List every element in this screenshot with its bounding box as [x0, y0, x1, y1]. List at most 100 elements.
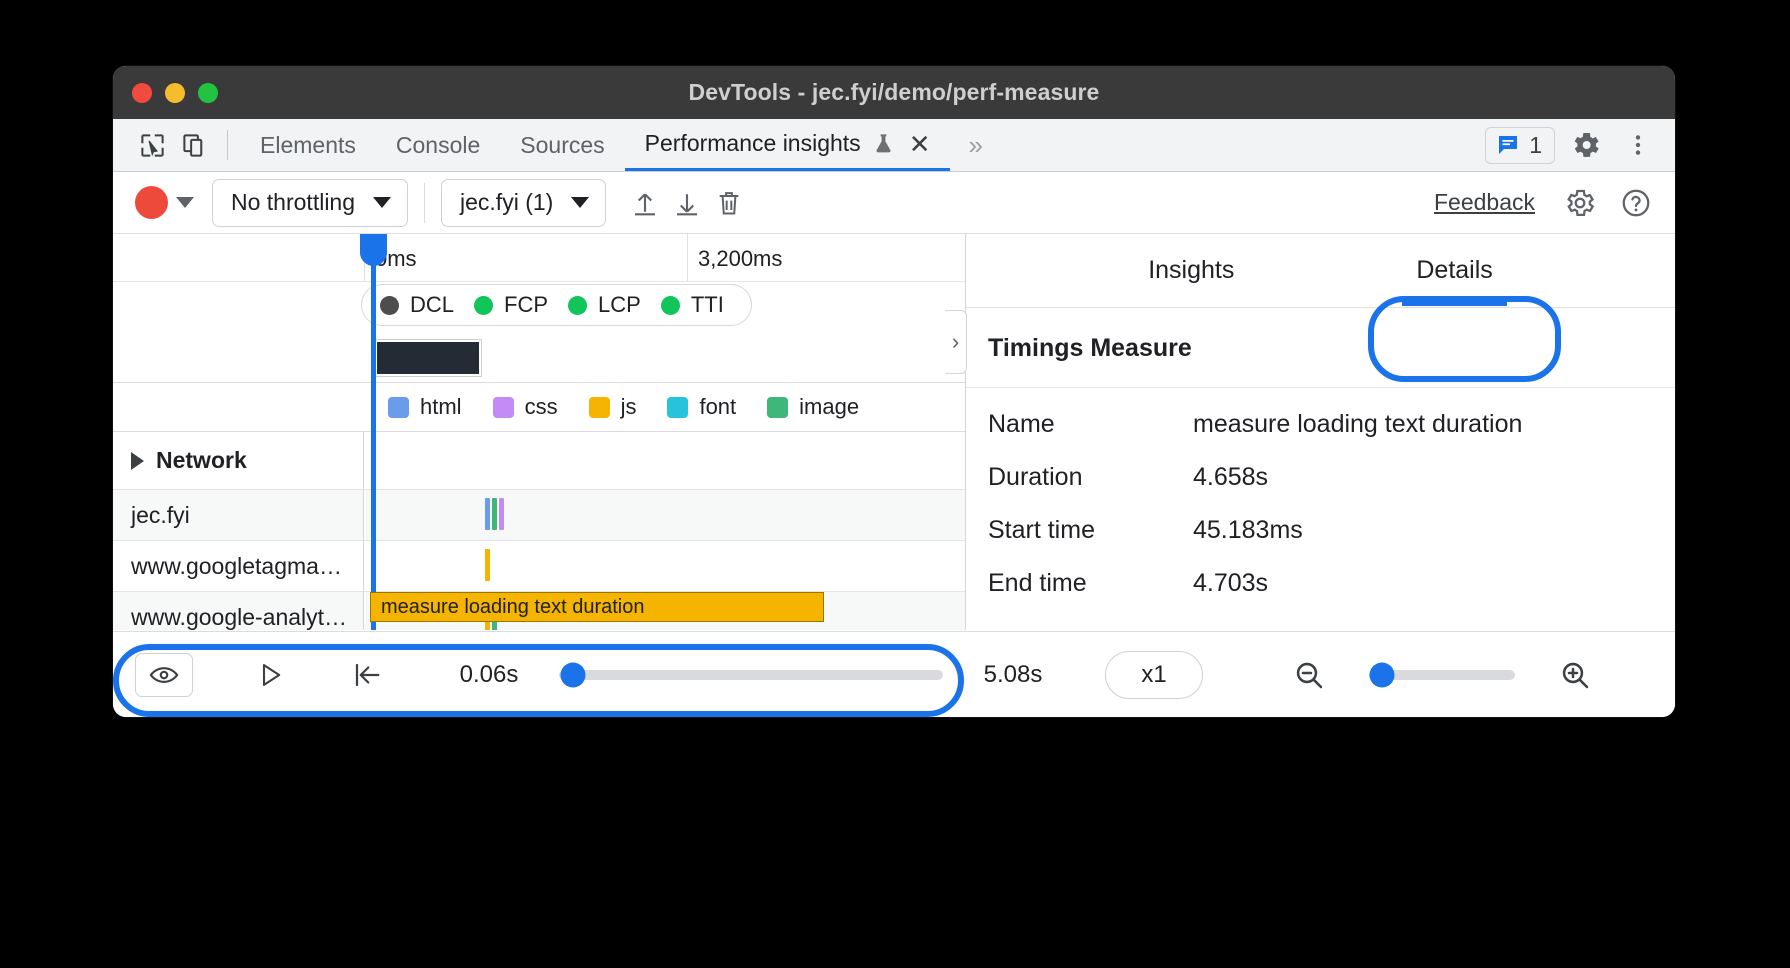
target-value: jec.fyi (1): [460, 189, 553, 216]
upload-icon[interactable]: [624, 182, 666, 224]
jump-to-start-icon[interactable]: [341, 652, 393, 698]
request-bar[interactable]: [492, 498, 497, 530]
legend-swatch-html: [388, 397, 409, 418]
window-start-time: 0.06s: [437, 661, 541, 689]
chevron-right-icon[interactable]: ›: [945, 310, 967, 374]
window-traffic-lights[interactable]: [132, 83, 218, 103]
performance-body: 0ms 3,200ms DCL FCP LCP TTI: [113, 234, 1675, 630]
window-titlebar: DevTools - jec.fyi/demo/perf-measure: [113, 66, 1675, 119]
detail-row-end-time: End time 4.703s: [988, 569, 1675, 598]
gear-icon[interactable]: [1565, 124, 1607, 166]
track-body-network[interactable]: [365, 432, 966, 489]
tti-marker-icon: [661, 296, 680, 315]
screenshot-preview-icon[interactable]: [135, 653, 193, 697]
track-body-googletagmanager[interactable]: [365, 541, 966, 591]
tab-sources[interactable]: Sources: [500, 119, 624, 171]
download-icon[interactable]: [666, 182, 708, 224]
legend-item-image: image: [767, 394, 859, 420]
legend-label-font: font: [699, 394, 736, 420]
chevron-down-icon: [571, 197, 589, 208]
timeline-ruler[interactable]: 0ms 3,200ms: [113, 234, 965, 282]
tab-details[interactable]: Details: [1410, 236, 1498, 305]
minimize-window-button[interactable]: [165, 83, 185, 103]
track-label-jecfyi-wrap[interactable]: jec.fyi: [113, 490, 364, 540]
legend-item-font: font: [667, 394, 736, 420]
filmstrip-screenshot[interactable]: [375, 340, 481, 376]
chevron-down-icon: [373, 197, 391, 208]
tab-sources-label: Sources: [520, 132, 604, 159]
zoom-slider[interactable]: [1369, 670, 1515, 680]
message-icon: [1495, 133, 1521, 157]
inspect-cursor-icon[interactable]: [131, 125, 173, 165]
network-legend-row: html css js font: [113, 382, 966, 432]
gear-icon[interactable]: [1559, 182, 1601, 224]
timings-measure-bar[interactable]: measure loading text duration: [370, 592, 824, 622]
zoom-slider-handle[interactable]: [1370, 662, 1395, 687]
throttling-value: No throttling: [231, 189, 355, 216]
track-row-network[interactable]: Network: [113, 432, 966, 490]
dcl-marker-icon: [380, 296, 399, 315]
legend-item-js: js: [589, 394, 637, 420]
flask-experiment-icon: [872, 131, 895, 157]
tab-performance-insights-label: Performance insights: [645, 130, 861, 157]
maximize-window-button[interactable]: [198, 83, 218, 103]
legend-label-image: image: [799, 394, 859, 420]
track-row-jecfyi[interactable]: jec.fyi: [113, 490, 966, 541]
detail-value-start-time: 45.183ms: [1193, 516, 1303, 545]
console-messages-badge[interactable]: 1: [1485, 127, 1555, 164]
timeline-playhead[interactable]: [371, 234, 376, 630]
record-options-dropdown[interactable]: [168, 197, 202, 208]
detail-key-end-time: End time: [988, 569, 1193, 598]
throttling-select[interactable]: No throttling: [212, 179, 408, 227]
tab-elements[interactable]: Elements: [240, 119, 376, 171]
track-label-network-wrap[interactable]: Network: [113, 432, 364, 489]
ruler-tick-1: 3,200ms: [698, 246, 782, 272]
more-vertical-icon[interactable]: [1617, 124, 1659, 166]
fcp-marker-icon: [474, 296, 493, 315]
timeline-pane[interactable]: 0ms 3,200ms DCL FCP LCP TTI: [113, 234, 966, 630]
detail-row-duration: Duration 4.658s: [988, 463, 1675, 492]
dcl-label: DCL: [410, 292, 454, 318]
track-row-googletagmanager[interactable]: www.googletagma…: [113, 541, 966, 592]
track-label-network: Network: [156, 447, 247, 474]
range-slider-handle[interactable]: [561, 662, 586, 687]
tab-console[interactable]: Console: [376, 119, 500, 171]
zoom-level-button[interactable]: x1: [1105, 651, 1203, 699]
tab-overflow-icon[interactable]: »: [950, 130, 1000, 161]
tab-insights[interactable]: Insights: [1142, 236, 1240, 305]
help-icon[interactable]: [1615, 182, 1657, 224]
legend-label-css: css: [525, 394, 558, 420]
request-bar[interactable]: [499, 498, 504, 530]
timeline-range-slider[interactable]: [559, 670, 943, 680]
track-body-jecfyi[interactable]: [365, 490, 966, 540]
tab-performance-insights[interactable]: Performance insights ✕: [625, 119, 951, 171]
track-label-googleanalytics-wrap[interactable]: www.google-analyt…: [113, 592, 364, 630]
detail-row-name: Name measure loading text duration: [988, 410, 1675, 439]
close-window-button[interactable]: [132, 83, 152, 103]
trash-icon[interactable]: [708, 182, 750, 224]
device-toolbar-icon[interactable]: [173, 125, 215, 165]
track-label-googleanalytics: www.google-analyt…: [131, 604, 347, 631]
feedback-link[interactable]: Feedback: [1434, 189, 1535, 216]
detail-key-start-time: Start time: [988, 516, 1193, 545]
lcp-label: LCP: [598, 292, 641, 318]
lcp-marker-icon: [568, 296, 587, 315]
tabbar-divider: [227, 130, 228, 160]
play-icon[interactable]: [245, 652, 297, 698]
detail-value-end-time: 4.703s: [1193, 569, 1268, 598]
legend-item-css: css: [493, 394, 558, 420]
zoom-out-icon[interactable]: [1283, 652, 1335, 698]
record-button[interactable]: [135, 186, 168, 219]
track-label-googletagmanager-wrap[interactable]: www.googletagma…: [113, 541, 364, 591]
request-bar[interactable]: [485, 549, 490, 581]
details-rows: Name measure loading text duration Durat…: [966, 388, 1675, 598]
tab-console-label: Console: [396, 132, 480, 159]
toolbar-divider: [424, 183, 425, 223]
close-icon[interactable]: ✕: [909, 131, 931, 157]
details-pane: › Insights Details Timings Measure Name …: [966, 234, 1675, 630]
expand-triangle-icon[interactable]: [131, 452, 144, 470]
target-select[interactable]: jec.fyi (1): [441, 179, 606, 227]
request-bar[interactable]: [485, 498, 490, 530]
zoom-in-icon[interactable]: [1549, 652, 1601, 698]
network-legend: html css js font: [388, 394, 876, 420]
